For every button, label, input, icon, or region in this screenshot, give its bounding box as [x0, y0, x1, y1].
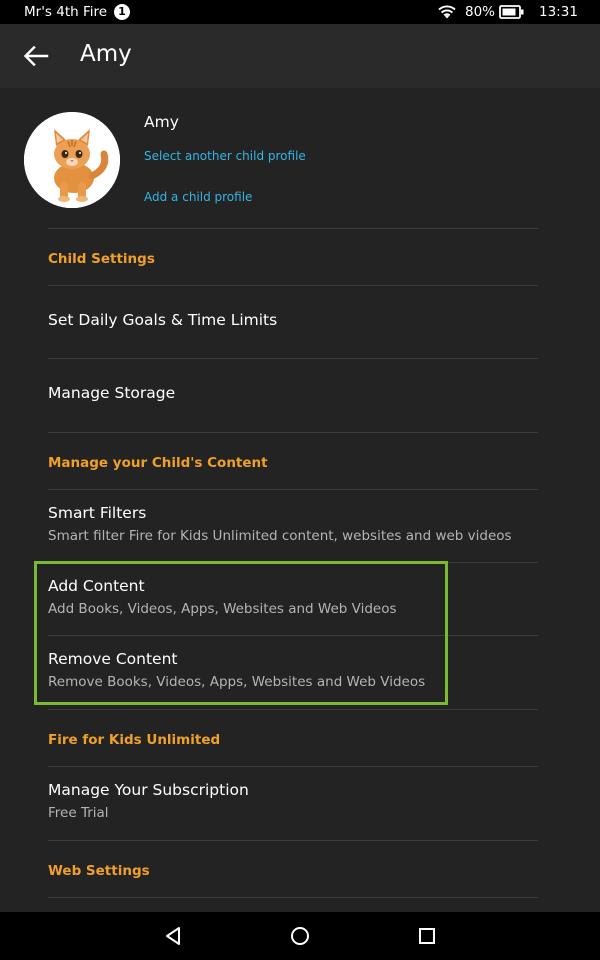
- manage-storage-row[interactable]: Manage Storage: [0, 359, 600, 431]
- add-child-profile-link[interactable]: Add a child profile: [144, 190, 252, 204]
- set-daily-goals-row[interactable]: Set Daily Goals & Time Limits: [0, 286, 600, 358]
- battery-percent: 80%: [465, 4, 496, 20]
- section-header-web-settings: Web Settings: [48, 863, 150, 879]
- row-subtitle: Free Trial: [48, 805, 109, 821]
- profile-name: Amy: [144, 113, 179, 131]
- nav-recents-icon[interactable]: [415, 924, 439, 948]
- row-subtitle: Remove Books, Videos, Apps, Websites and…: [48, 674, 426, 690]
- add-content-row[interactable]: Add Content Add Books, Videos, Apps, Web…: [0, 563, 600, 635]
- section-header-manage-content: Manage your Child's Content: [48, 455, 268, 471]
- avatar: [24, 112, 120, 208]
- divider: [48, 840, 538, 841]
- row-title: Add Content: [48, 577, 145, 595]
- page-title: Amy: [80, 41, 132, 67]
- kitten-photo-icon: [24, 112, 120, 208]
- row-subtitle: Add Books, Videos, Apps, Websites and We…: [48, 601, 397, 617]
- status-bar: Mr's 4th Fire 1 80% 13:31: [0, 0, 600, 24]
- smart-filters-row[interactable]: Smart Filters Smart filter Fire for Kids…: [0, 490, 600, 562]
- wifi-icon: [437, 4, 457, 24]
- select-another-profile-link[interactable]: Select another child profile: [144, 149, 306, 163]
- divider: [48, 709, 538, 710]
- remove-content-row[interactable]: Remove Content Remove Books, Videos, App…: [0, 636, 600, 708]
- divider: [48, 228, 538, 229]
- manage-subscription-row[interactable]: Manage Your Subscription Free Trial: [0, 767, 600, 839]
- row-title: Set Daily Goals & Time Limits: [48, 311, 278, 329]
- divider: [48, 897, 538, 898]
- row-title: Manage Your Subscription: [48, 781, 249, 799]
- nav-back-icon[interactable]: [161, 924, 185, 948]
- section-header-unlimited: Fire for Kids Unlimited: [48, 732, 221, 748]
- row-title: Manage Storage: [48, 384, 176, 402]
- row-subtitle: Smart filter Fire for Kids Unlimited con…: [48, 528, 512, 544]
- app-header: Amy: [0, 24, 600, 88]
- back-arrow-icon[interactable]: [22, 42, 50, 70]
- settings-content[interactable]: Amy Select another child profile Add a c…: [0, 88, 600, 912]
- device-name: Mr's 4th Fire: [24, 4, 108, 20]
- nav-home-icon[interactable]: [288, 924, 312, 948]
- row-title: Remove Content: [48, 650, 178, 668]
- divider: [48, 432, 538, 433]
- battery-icon: [499, 5, 525, 23]
- notification-badge: 1: [114, 4, 130, 20]
- row-title: Smart Filters: [48, 504, 147, 522]
- section-header-child-settings: Child Settings: [48, 251, 155, 267]
- clock: 13:31: [539, 4, 578, 20]
- navigation-bar: [0, 912, 600, 960]
